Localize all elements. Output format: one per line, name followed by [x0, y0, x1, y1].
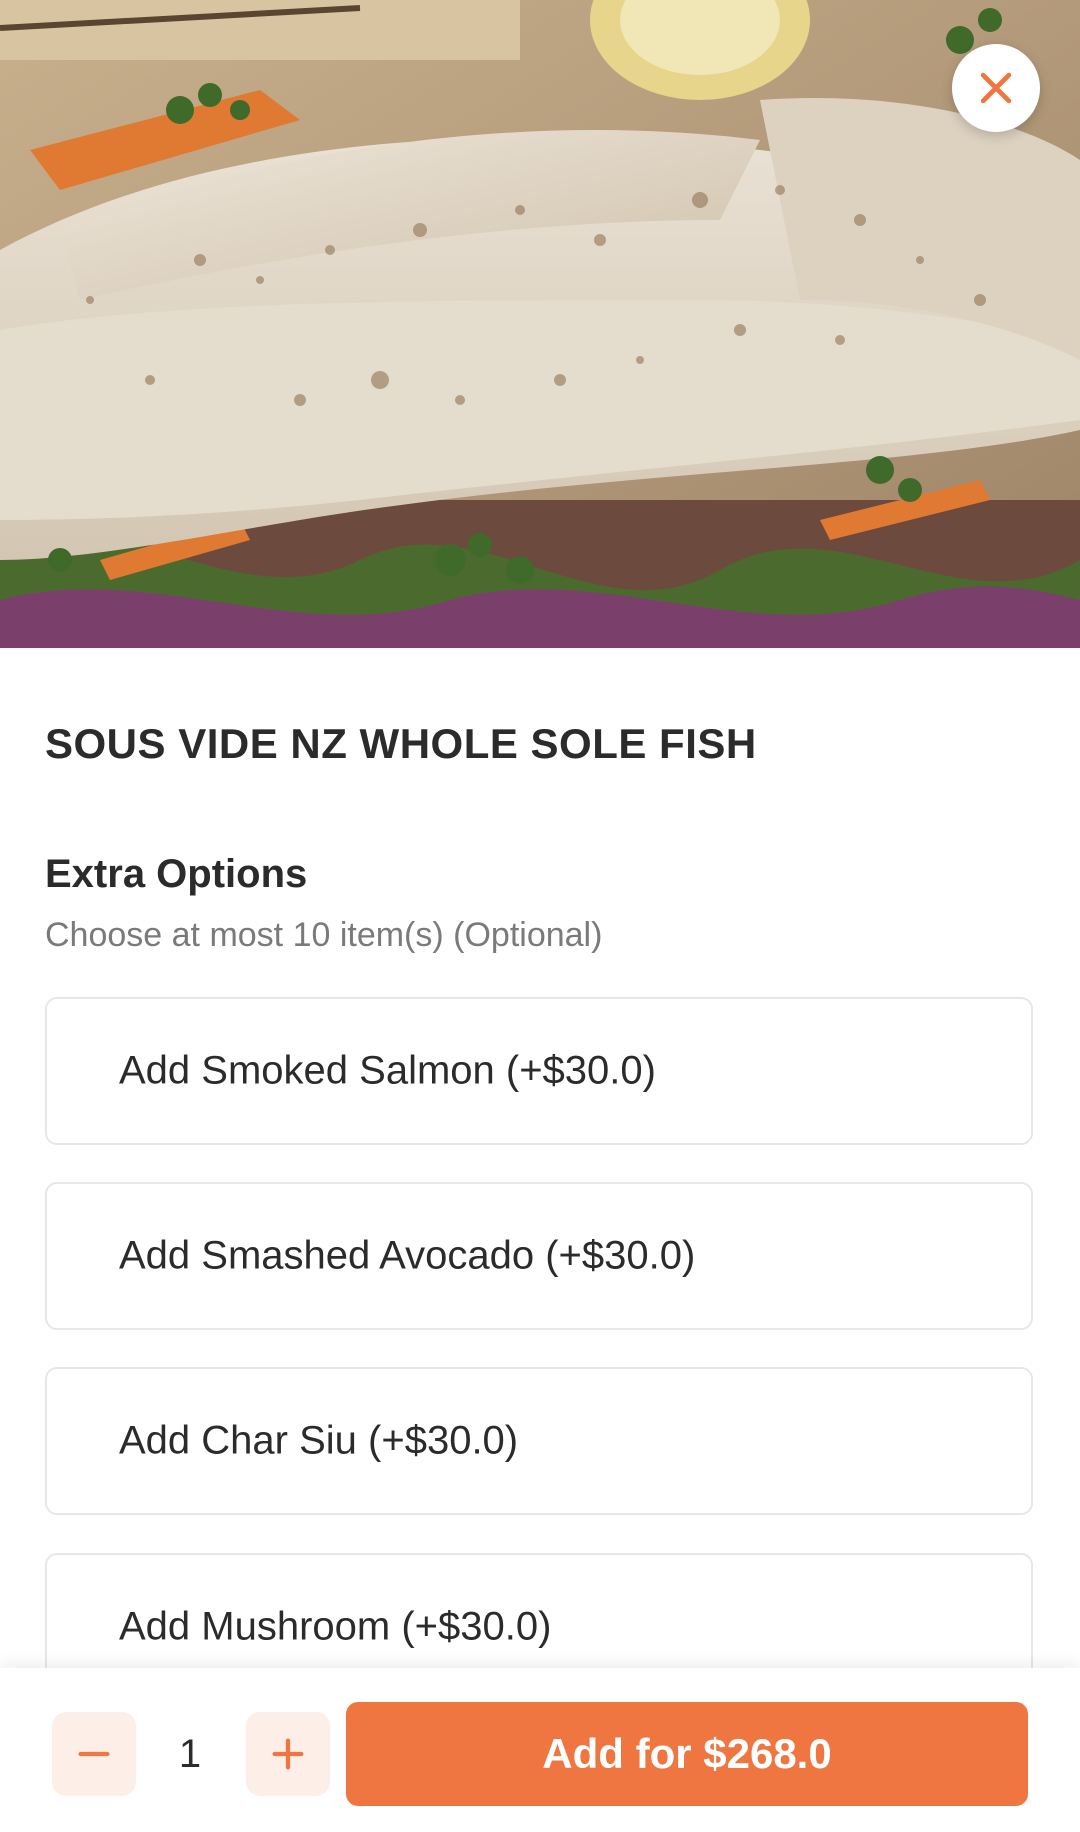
plus-icon [268, 1734, 308, 1774]
extra-options-subtext: Choose at most 10 item(s) (Optional) [45, 916, 603, 954]
product-details: SOUS VIDE NZ WHOLE SOLE FISH Extra Optio… [0, 648, 1080, 1701]
option-smoked-salmon[interactable]: Add Smoked Salmon (+$30.0) [45, 997, 1033, 1145]
option-label: Add Smoked Salmon (+$30.0) [119, 1048, 656, 1093]
increment-button[interactable] [246, 1712, 330, 1796]
option-smashed-avocado[interactable]: Add Smashed Avocado (+$30.0) [45, 1182, 1033, 1330]
option-label: Add Smashed Avocado (+$30.0) [119, 1233, 696, 1278]
close-icon [974, 66, 1018, 110]
close-button[interactable] [952, 44, 1040, 132]
add-to-cart-button[interactable]: Add for $268.0 [346, 1702, 1028, 1806]
decrement-button[interactable] [52, 1712, 136, 1796]
fish-photo-illustration [0, 0, 1080, 648]
quantity-value: 1 [178, 1732, 202, 1776]
product-image [0, 0, 1080, 648]
option-char-siu[interactable]: Add Char Siu (+$30.0) [45, 1367, 1033, 1515]
option-label: Add Mushroom (+$30.0) [119, 1604, 552, 1649]
option-label: Add Char Siu (+$30.0) [119, 1418, 519, 1463]
product-title: SOUS VIDE NZ WHOLE SOLE FISH [45, 720, 757, 767]
minus-icon [74, 1734, 114, 1774]
extra-options-heading: Extra Options [45, 852, 308, 896]
bottom-action-bar: 1 Add for $268.0 [0, 1668, 1080, 1832]
product-detail-screen: SOUS VIDE NZ WHOLE SOLE FISH Extra Optio… [0, 0, 1080, 1832]
